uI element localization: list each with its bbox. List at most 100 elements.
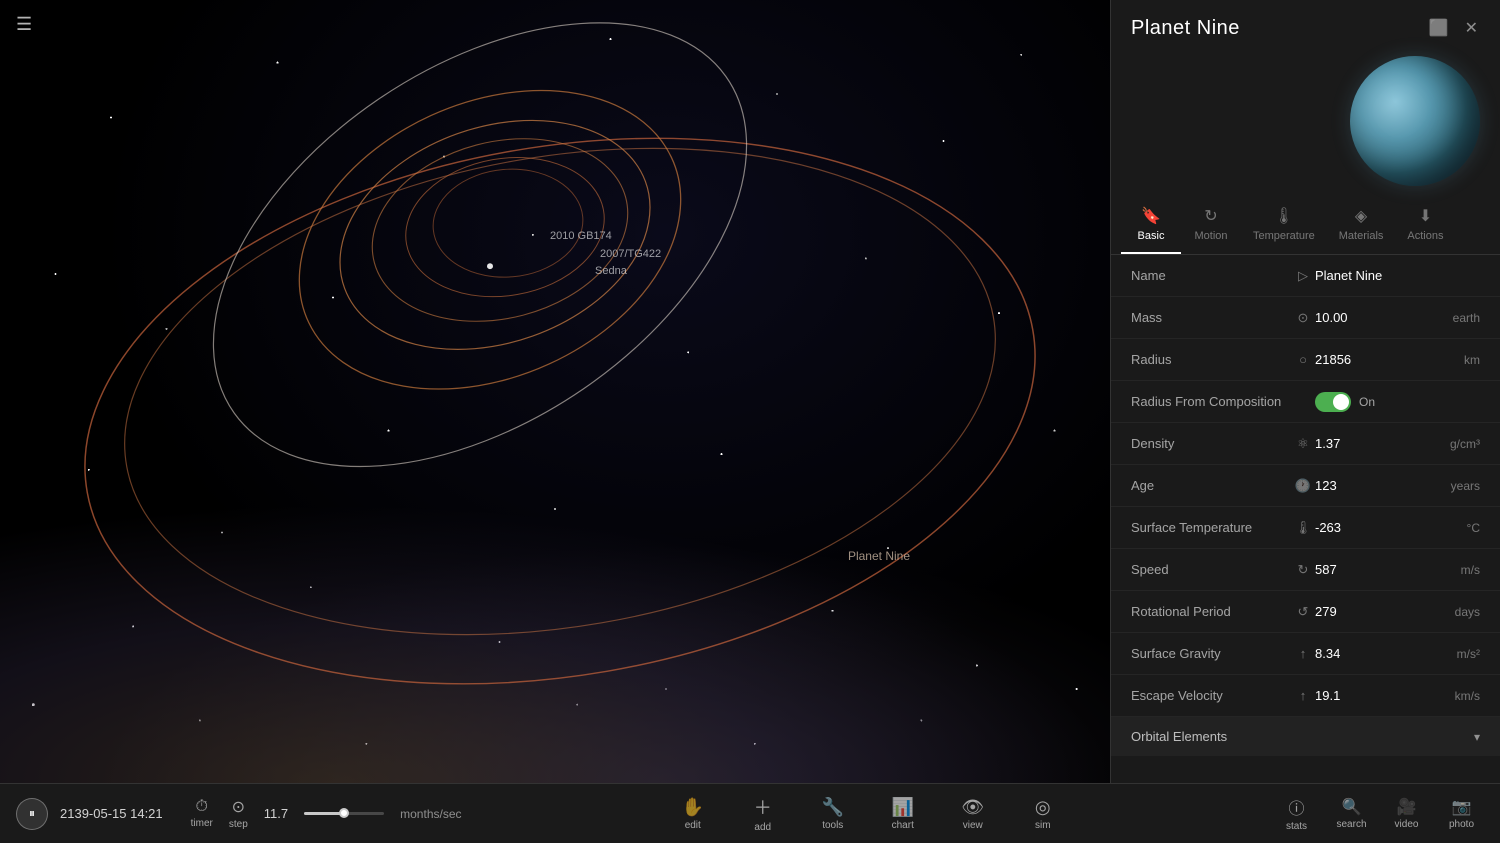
prop-surface-gravity-unit: m/s² bbox=[1457, 647, 1480, 661]
prop-radius-value-area: 21856 km bbox=[1315, 352, 1480, 367]
timer-label: timer bbox=[191, 818, 213, 829]
toolbar-left: ⏸ 2139-05-15 14:21 ⏱ timer ⊙ step 11.7 m… bbox=[16, 797, 462, 830]
actions-tab-icon: ⬇ bbox=[1419, 206, 1432, 226]
step-button[interactable]: ⊙ step bbox=[229, 797, 248, 830]
prop-escape-velocity-value: 19.1 bbox=[1315, 688, 1451, 703]
timer-button[interactable]: ⏱ timer bbox=[191, 798, 213, 829]
prop-density-unit: g/cm³ bbox=[1450, 437, 1480, 451]
tab-actions[interactable]: ⬇ Actions bbox=[1395, 196, 1455, 254]
chart-label: chart bbox=[892, 820, 914, 831]
sim-label: sim bbox=[1035, 820, 1051, 831]
prop-mass-value: 10.00 bbox=[1315, 310, 1449, 325]
close-button[interactable]: ✕ bbox=[1463, 16, 1480, 40]
video-button[interactable]: 🎥 video bbox=[1384, 797, 1429, 830]
prop-rfc-row: Radius From Composition On bbox=[1111, 381, 1500, 423]
prop-rot-period-unit: days bbox=[1455, 605, 1480, 619]
prop-density-value: 1.37 bbox=[1315, 436, 1446, 451]
prop-density-value-area: 1.37 g/cm³ bbox=[1315, 436, 1480, 451]
speed-slider-area bbox=[304, 812, 384, 815]
prop-speed-label: Speed bbox=[1131, 562, 1291, 577]
prop-name-value-area: Planet Nine bbox=[1315, 268, 1480, 283]
panel-header-icons: ⬜ ✕ bbox=[1427, 16, 1480, 40]
tools-button[interactable]: 🔧 tools bbox=[808, 797, 858, 831]
tab-motion[interactable]: ↻ Motion bbox=[1181, 196, 1241, 254]
prop-density-icon: ⚛ bbox=[1291, 436, 1315, 452]
panel-title: Planet Nine bbox=[1131, 17, 1240, 40]
search-button[interactable]: 🔍 search bbox=[1329, 797, 1374, 830]
prop-radius-value: 21856 bbox=[1315, 352, 1460, 367]
tab-bar: 🔖 Basic ↻ Motion 🌡 Temperature ◈ Materia… bbox=[1111, 196, 1500, 255]
orbital-elements-title: Orbital Elements bbox=[1131, 729, 1227, 744]
rfc-toggle[interactable] bbox=[1315, 392, 1351, 412]
prop-surface-temp-label: Surface Temperature bbox=[1131, 520, 1291, 535]
prop-age-icon: 🕐 bbox=[1291, 478, 1315, 494]
temperature-tab-label: Temperature bbox=[1253, 230, 1315, 242]
view-icon: 👁 bbox=[961, 797, 984, 818]
edit-button[interactable]: ✋ edit bbox=[668, 797, 718, 831]
main-container: ☰ 2010 GB174 2007/TG422 Sedna bbox=[0, 0, 1500, 783]
motion-tab-label: Motion bbox=[1194, 230, 1227, 242]
video-label: video bbox=[1395, 819, 1419, 830]
prop-mass-value-area: 10.00 earth bbox=[1315, 310, 1480, 325]
datetime-display: 2139-05-15 14:21 bbox=[60, 806, 163, 821]
viewport[interactable]: ☰ 2010 GB174 2007/TG422 Sedna bbox=[0, 0, 1110, 783]
view-label: view bbox=[963, 820, 983, 831]
menu-button[interactable]: ☰ bbox=[16, 14, 32, 35]
prop-escape-velocity-value-area: 19.1 km/s bbox=[1315, 688, 1480, 703]
prop-density-row: Density ⚛ 1.37 g/cm³ bbox=[1111, 423, 1500, 465]
tools-icon: 🔧 bbox=[822, 797, 844, 818]
prop-escape-velocity-row: Escape Velocity ↑ 19.1 km/s bbox=[1111, 675, 1500, 717]
speed-slider-fill bbox=[304, 812, 344, 815]
toolbar-right: ⓘ stats 🔍 search 🎥 video 📷 photo bbox=[1274, 795, 1484, 832]
right-panel: Planet Nine ⬜ ✕ 🔖 Basic ↻ Motion 🌡 Tempe… bbox=[1110, 0, 1500, 783]
tab-materials[interactable]: ◈ Materials bbox=[1327, 196, 1396, 254]
prop-age-row: Age 🕐 123 years bbox=[1111, 465, 1500, 507]
basic-tab-icon: 🔖 bbox=[1141, 206, 1161, 226]
prop-escape-velocity-label: Escape Velocity bbox=[1131, 688, 1291, 703]
add-icon: ＋ bbox=[754, 794, 772, 820]
step-label: step bbox=[229, 819, 248, 830]
play-pause-button[interactable]: ⏸ bbox=[16, 798, 48, 830]
prop-mass-unit: earth bbox=[1453, 311, 1480, 325]
prop-name-icon: ▷ bbox=[1291, 268, 1315, 284]
photo-button[interactable]: 📷 photo bbox=[1439, 797, 1484, 830]
no-image-button[interactable]: ⬜ bbox=[1427, 16, 1451, 40]
prop-escape-velocity-icon: ↑ bbox=[1291, 688, 1315, 703]
sim-button[interactable]: ◎ sim bbox=[1018, 797, 1068, 831]
view-button[interactable]: 👁 view bbox=[948, 797, 998, 831]
add-button[interactable]: ＋ add bbox=[738, 794, 788, 833]
tools-label: tools bbox=[822, 820, 843, 831]
prop-surface-gravity-icon: ↑ bbox=[1291, 646, 1315, 661]
temperature-tab-icon: 🌡 bbox=[1274, 206, 1294, 226]
prop-speed-value-area: 587 m/s bbox=[1315, 562, 1480, 577]
prop-mass-row: Mass ⊙ 10.00 earth bbox=[1111, 297, 1500, 339]
tab-basic[interactable]: 🔖 Basic bbox=[1121, 196, 1181, 254]
stats-button[interactable]: ⓘ stats bbox=[1274, 795, 1319, 832]
photo-icon: 📷 bbox=[1452, 797, 1472, 817]
step-icon: ⊙ bbox=[232, 797, 245, 817]
prop-radius-unit: km bbox=[1464, 353, 1480, 367]
prop-density-label: Density bbox=[1131, 436, 1291, 451]
search-label: search bbox=[1336, 819, 1366, 830]
toolbar-center: ✋ edit ＋ add 🔧 tools 📊 chart 👁 view ◎ si… bbox=[462, 794, 1275, 833]
toolbar-controls: ⏱ timer ⊙ step 11.7 months/sec bbox=[191, 797, 462, 830]
panel-header: Planet Nine ⬜ ✕ bbox=[1111, 0, 1500, 56]
materials-tab-label: Materials bbox=[1339, 230, 1384, 242]
prop-speed-row: Speed ↻ 587 m/s bbox=[1111, 549, 1500, 591]
chart-button[interactable]: 📊 chart bbox=[878, 797, 928, 831]
tab-temperature[interactable]: 🌡 Temperature bbox=[1241, 196, 1327, 254]
orbital-elements-section[interactable]: Orbital Elements ▾ bbox=[1111, 717, 1500, 756]
basic-tab-label: Basic bbox=[1138, 230, 1165, 242]
chart-icon: 📊 bbox=[892, 797, 914, 818]
prop-rot-period-icon: ↺ bbox=[1291, 604, 1315, 620]
edit-icon: ✋ bbox=[682, 797, 704, 818]
prop-rfc-value-area: On bbox=[1315, 392, 1480, 412]
video-icon: 🎥 bbox=[1397, 797, 1417, 817]
timer-icon: ⏱ bbox=[196, 798, 208, 816]
edit-label: edit bbox=[685, 820, 701, 831]
bottom-toolbar: ⏸ 2139-05-15 14:21 ⏱ timer ⊙ step 11.7 m… bbox=[0, 783, 1500, 843]
prop-surface-temp-icon: 🌡 bbox=[1291, 520, 1315, 536]
add-label: add bbox=[754, 822, 771, 833]
prop-radius-icon: ○ bbox=[1291, 352, 1315, 367]
speed-slider[interactable] bbox=[304, 812, 384, 815]
